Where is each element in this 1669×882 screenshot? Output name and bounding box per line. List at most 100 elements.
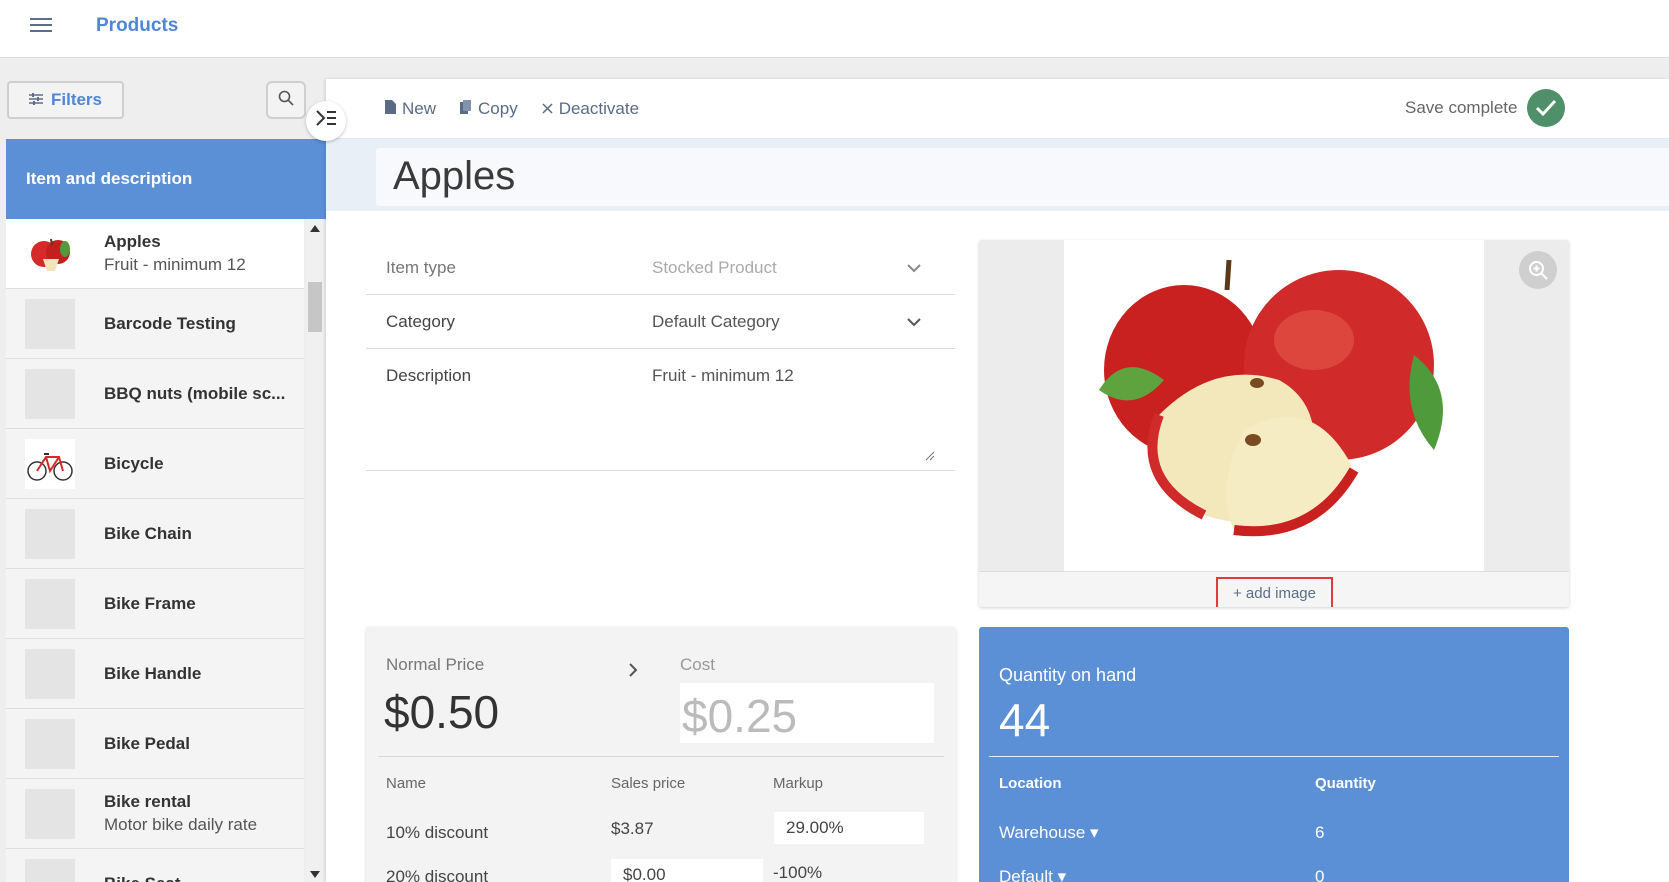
normal-price-label: Normal Price xyxy=(386,655,485,674)
item-type-label: Item type xyxy=(386,257,456,277)
description-row: Description Fruit - minimum 12 xyxy=(366,349,955,471)
filters-label: Filters xyxy=(50,90,103,109)
markup-input[interactable]: 29.00% xyxy=(774,812,924,844)
resize-handle-icon[interactable] xyxy=(925,448,935,461)
save-status: Save complete xyxy=(1405,89,1566,127)
list-header: Item and description xyxy=(6,139,326,219)
placeholder-thumbnail xyxy=(25,508,75,559)
item-name: Apples xyxy=(104,232,161,251)
product-form: Item type Stocked Product Category Defau… xyxy=(366,241,955,471)
apple-thumbnail xyxy=(25,228,75,279)
list-scrollbar[interactable] xyxy=(306,219,324,882)
item-name: Bike rental xyxy=(104,792,191,811)
price-row-name: 20% discount xyxy=(386,867,489,882)
chevron-down-icon xyxy=(907,312,921,332)
cost-input[interactable]: $0.25 xyxy=(680,683,934,743)
list-item[interactable]: Bike rental Motor bike daily rate xyxy=(6,779,304,849)
product-detail-panel: New Copy Deactivate Save complete Apples… xyxy=(326,79,1669,882)
quantity-on-hand-value: 44 xyxy=(999,694,1051,746)
close-icon xyxy=(542,99,553,119)
item-type-select[interactable]: Stocked Product xyxy=(652,258,955,278)
quantity-panel: Quantity on hand 44 Location Quantity Wa… xyxy=(979,627,1569,882)
list-item[interactable]: Bike Chain xyxy=(6,499,304,569)
title-band: Apples xyxy=(326,139,1669,211)
product-title-field[interactable]: Apples xyxy=(376,148,1669,206)
copy-label: Copy xyxy=(478,98,518,118)
placeholder-thumbnail xyxy=(25,788,75,839)
sidebar: Filters Item and description Apples Frui… xyxy=(0,58,326,882)
normal-price-value: $0.50 xyxy=(384,686,500,738)
item-name: Bike Seat xyxy=(104,874,181,882)
search-button[interactable] xyxy=(266,81,306,119)
product-title: Apples xyxy=(393,154,516,198)
sliders-icon xyxy=(28,90,43,110)
category-select[interactable]: Default Category xyxy=(652,312,955,332)
item-name: Bicycle xyxy=(104,453,164,473)
column-header-sales-price: Sales price xyxy=(611,775,686,792)
cost-label: Cost xyxy=(680,655,715,674)
deactivate-label: Deactivate xyxy=(558,98,640,118)
list-item[interactable]: Bicycle xyxy=(6,429,304,499)
item-description: Motor bike daily rate xyxy=(104,815,258,834)
checkmark-icon xyxy=(1527,89,1566,127)
list-item[interactable]: Bike Pedal xyxy=(6,709,304,779)
scroll-up-icon[interactable] xyxy=(310,225,320,232)
placeholder-thumbnail xyxy=(25,858,75,882)
item-name: Bike Frame xyxy=(104,593,196,613)
divider xyxy=(378,756,944,757)
product-image xyxy=(1064,240,1484,571)
search-icon xyxy=(278,90,294,111)
list-item[interactable]: Bike Handle xyxy=(6,639,304,709)
list-item[interactable]: BBQ nuts (mobile sc... xyxy=(6,359,304,429)
sales-price-input[interactable]: $0.00 xyxy=(611,859,763,882)
item-description: Fruit - minimum 12 xyxy=(104,255,246,274)
column-header-location: Location xyxy=(999,775,1062,792)
cost-value: $0.25 xyxy=(682,690,798,742)
category-label: Category xyxy=(386,311,455,331)
price-row-markup: -100% xyxy=(773,863,823,882)
filters-button[interactable]: Filters xyxy=(7,81,124,119)
chevron-right-icon[interactable] xyxy=(628,660,638,683)
pricing-panel: Normal Price $0.50 Cost $0.25 Name Sales… xyxy=(366,627,956,882)
column-header-markup: Markup xyxy=(773,775,824,792)
location-dropdown[interactable]: Warehouse ▾ xyxy=(999,823,1099,843)
page-title: Products xyxy=(96,15,179,36)
placeholder-thumbnail xyxy=(25,578,75,629)
new-button[interactable]: New xyxy=(385,99,436,119)
collapse-sidebar-button[interactable] xyxy=(306,101,346,141)
column-header-quantity: Quantity xyxy=(1315,775,1376,792)
item-type-value: Stocked Product xyxy=(652,257,777,277)
price-row-sales-price: $3.87 xyxy=(611,819,654,838)
placeholder-thumbnail xyxy=(25,298,75,349)
copy-icon xyxy=(460,99,472,119)
list-item[interactable]: Bike Frame xyxy=(6,569,304,639)
scroll-down-icon[interactable] xyxy=(310,871,320,878)
item-name: Bike Chain xyxy=(104,523,192,543)
item-name: BBQ nuts (mobile sc... xyxy=(104,383,286,403)
location-dropdown[interactable]: Default ▾ xyxy=(999,867,1066,882)
description-label: Description xyxy=(386,366,472,385)
hamburger-menu-icon[interactable] xyxy=(28,15,54,37)
deactivate-button[interactable]: Deactivate xyxy=(542,99,639,119)
new-label: New xyxy=(402,98,437,118)
zoom-in-icon[interactable] xyxy=(1519,251,1557,289)
bicycle-thumbnail xyxy=(25,438,75,489)
top-bar: Products xyxy=(0,0,1669,58)
list-item[interactable]: Bike Seat xyxy=(6,849,304,882)
add-image-button[interactable]: + add image xyxy=(1216,577,1333,607)
placeholder-thumbnail xyxy=(25,368,75,419)
product-image-panel: + add image xyxy=(979,240,1569,607)
save-status-text: Save complete xyxy=(1405,98,1518,117)
copy-button[interactable]: Copy xyxy=(460,99,518,119)
location-quantity: 0 xyxy=(1315,867,1325,882)
item-name: Bike Handle xyxy=(104,663,202,683)
list-item[interactable]: Apples Fruit - minimum 12 xyxy=(6,219,304,289)
column-header-name: Name xyxy=(386,775,427,792)
list-item[interactable]: Barcode Testing xyxy=(6,289,304,359)
price-row-name: 10% discount xyxy=(386,823,489,842)
placeholder-thumbnail xyxy=(25,718,75,769)
item-name: Barcode Testing xyxy=(104,313,236,333)
toolbar: New Copy Deactivate Save complete xyxy=(326,79,1669,139)
scroll-thumb[interactable] xyxy=(308,282,322,332)
description-textarea[interactable]: Fruit - minimum 12 xyxy=(652,366,794,386)
